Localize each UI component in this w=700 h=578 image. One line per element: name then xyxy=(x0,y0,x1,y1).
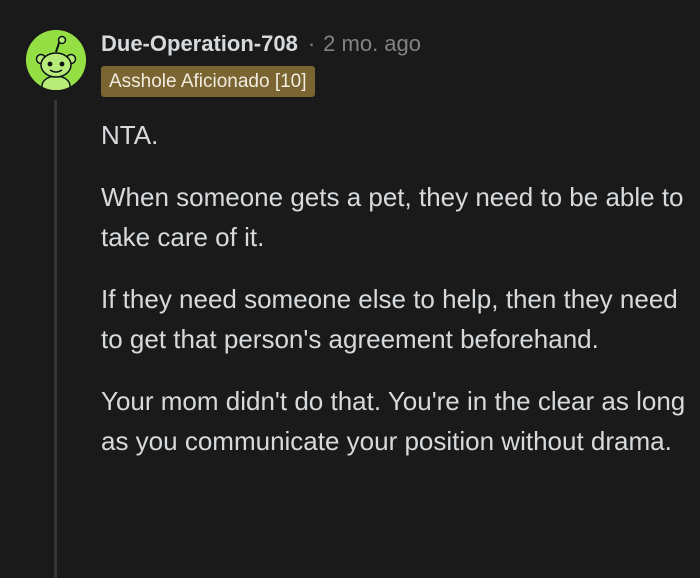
comment-paragraph: If they need someone else to help, then … xyxy=(101,284,678,354)
thread-line[interactable] xyxy=(54,100,57,578)
timestamp[interactable]: 2 mo. ago xyxy=(323,31,421,57)
separator-dot: · xyxy=(307,31,316,56)
comment-header: Due-Operation-708 · 2 mo. ago xyxy=(101,28,421,60)
avatar[interactable] xyxy=(26,30,86,90)
user-flair: Asshole Aficionado [10] xyxy=(101,66,315,97)
username-link[interactable]: Due-Operation-708 xyxy=(101,31,298,57)
comment-paragraph: When someone gets a pet, they need to be… xyxy=(101,182,684,252)
comment-paragraph: NTA. xyxy=(101,120,159,150)
snoo-avatar-icon xyxy=(26,30,86,90)
comment-body: NTA. When someone gets a pet, they need … xyxy=(101,115,691,483)
comment: Due-Operation-708 · 2 mo. ago Asshole Af… xyxy=(0,0,700,578)
comment-paragraph: Your mom didn't do that. You're in the c… xyxy=(101,386,686,456)
